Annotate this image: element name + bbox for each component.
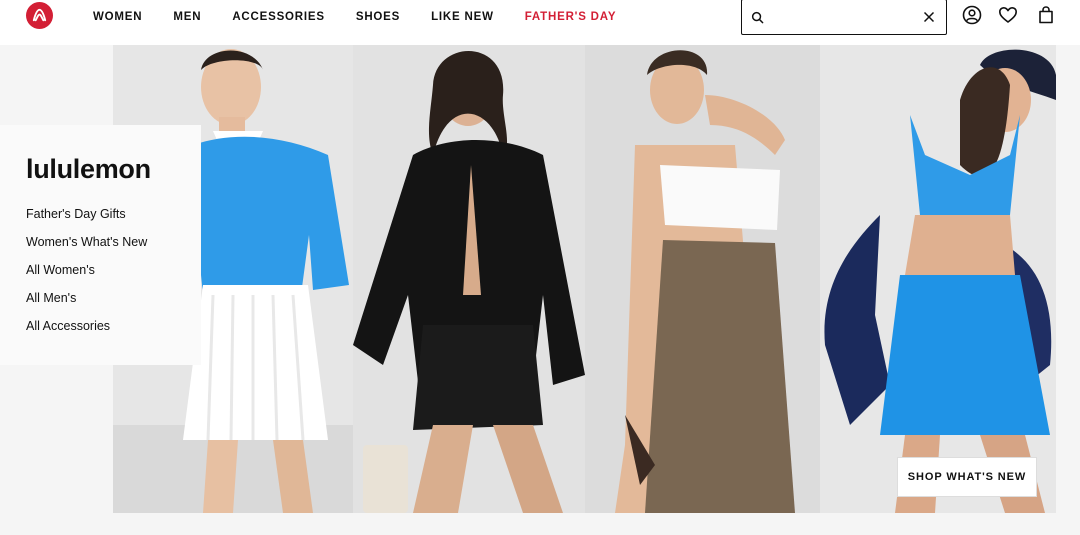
logo-mark [32,8,47,22]
nav-accessories[interactable]: ACCESSORIES [232,11,325,23]
promo-link-womens-whats-new[interactable]: Women's What's New [26,235,147,263]
promo-link-list: Father's Day Gifts Women's What's New Al… [26,207,147,347]
site-header: WOMEN MEN ACCESSORIES SHOES LIKE NEW FAT… [0,0,1080,45]
search-box [741,0,947,35]
promo-link-all-womens[interactable]: All Women's [26,263,147,291]
promo-link-fathers-day-gifts[interactable]: Father's Day Gifts [26,207,147,235]
nav-men[interactable]: MEN [173,11,201,23]
nav-shoes[interactable]: SHOES [356,11,400,23]
nav-women[interactable]: WOMEN [93,11,142,23]
hero-banner[interactable] [113,45,1056,513]
nav-fathers-day[interactable]: FATHER'S DAY [525,11,617,23]
lululemon-logo-icon[interactable] [26,2,53,29]
brand-heading: lululemon [26,154,151,184]
account-icon[interactable] [962,5,982,25]
model-white-bandeau-brown-skirt-image [585,45,820,513]
shop-whats-new-button[interactable]: SHOP WHAT'S NEW [897,457,1037,497]
main-nav: WOMEN MEN ACCESSORIES SHOES LIKE NEW FAT… [93,0,647,33]
shopping-bag-icon[interactable] [1036,5,1056,25]
promo-link-all-mens[interactable]: All Men's [26,291,147,319]
hero-panel-3 [585,45,820,513]
close-icon[interactable] [922,10,936,24]
model-black-shirt-shorts-image [353,45,585,513]
wishlist-heart-icon[interactable] [998,5,1018,25]
nav-like-new[interactable]: LIKE NEW [431,11,494,23]
promo-link-all-accessories[interactable]: All Accessories [26,319,147,347]
model-blue-crop-top-skirt-image [820,45,1056,513]
search-input[interactable] [770,6,920,28]
hero-panel-2 [353,45,585,513]
hero-panel-4 [820,45,1056,513]
search-icon[interactable] [751,11,764,24]
